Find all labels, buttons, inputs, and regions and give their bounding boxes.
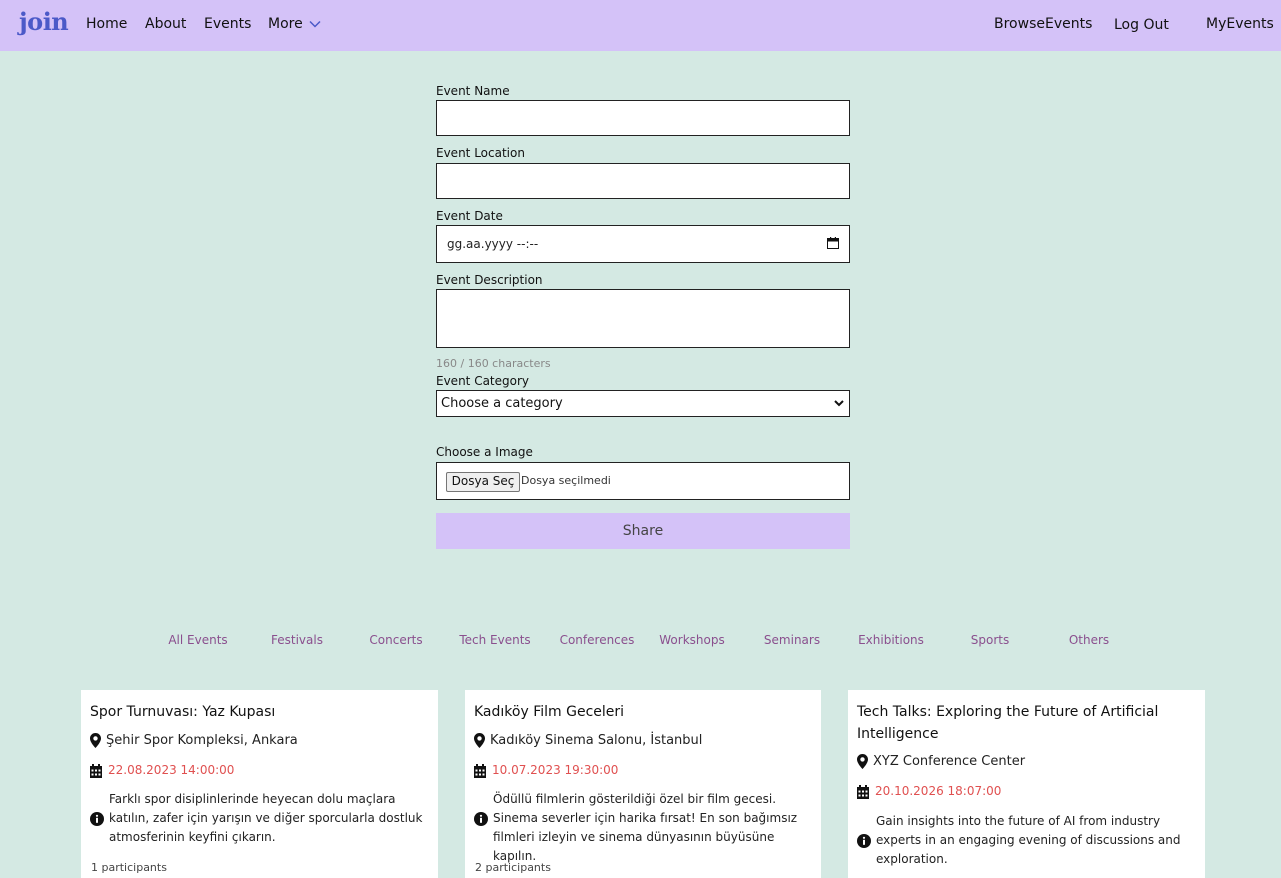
event-card[interactable]: Tech Talks: Exploring the Future of Arti…: [848, 690, 1205, 878]
tab-conferences[interactable]: Conferences: [560, 633, 635, 647]
tab-others[interactable]: Others: [1069, 633, 1109, 647]
map-pin-icon: [474, 733, 485, 748]
info-circle-icon: [474, 812, 488, 826]
event-title[interactable]: Spor Turnuvası: Yaz Kupası: [90, 701, 420, 723]
map-pin-icon: [90, 733, 101, 748]
event-name-input[interactable]: [436, 100, 850, 136]
tab-seminars[interactable]: Seminars: [764, 633, 820, 647]
event-date: 20.10.2026 18:07:00: [875, 784, 1002, 798]
tab-concerts[interactable]: Concerts: [369, 633, 422, 647]
event-location: Kadıköy Sinema Salonu, İstanbul: [490, 733, 703, 748]
calendar-icon: [90, 764, 102, 778]
info-circle-icon: [857, 834, 871, 848]
dropdown-arrow-icon: [834, 400, 844, 407]
event-location-label: Event Location: [436, 146, 525, 160]
event-participants: 1 participants: [91, 861, 167, 874]
chevron-down-icon: [309, 20, 321, 28]
calendar-icon: [857, 785, 869, 799]
nav-events-link[interactable]: Events: [204, 16, 251, 32]
category-selected-value: Choose a category: [441, 396, 563, 411]
top-navbar: join Home About Events More BrowseEvents…: [0, 0, 1281, 51]
tab-sports[interactable]: Sports: [971, 633, 1009, 647]
tab-tech-events[interactable]: Tech Events: [459, 633, 530, 647]
logo[interactable]: join: [19, 7, 69, 36]
nav-about-link[interactable]: About: [145, 16, 186, 32]
share-button[interactable]: Share: [436, 513, 850, 549]
date-placeholder: gg.aa.yyyy --:--: [447, 237, 539, 251]
event-card[interactable]: Kadıköy Film Geceleri Kadıköy Sinema Sal…: [465, 690, 821, 878]
char-counter: 160 / 160 characters: [436, 357, 551, 370]
event-date-input[interactable]: gg.aa.yyyy --:--: [436, 225, 850, 263]
event-description: Ödüllü filmlerin gösterildiği özel bir f…: [493, 792, 798, 863]
nav-logout-link[interactable]: Log Out: [1114, 17, 1169, 33]
event-date-label: Event Date: [436, 209, 503, 223]
nav-more-dropdown[interactable]: More: [268, 16, 321, 32]
event-location: XYZ Conference Center: [873, 754, 1026, 769]
image-file-input: Dosya Seç Dosya seçilmedi: [436, 462, 850, 500]
event-description: Farklı spor disiplinlerinde heyecan dolu…: [109, 792, 423, 844]
file-status-text: Dosya seçilmedi: [521, 474, 611, 487]
tab-festivals[interactable]: Festivals: [271, 633, 323, 647]
tab-all-events[interactable]: All Events: [168, 633, 227, 647]
nav-browse-events-link[interactable]: BrowseEvents: [994, 16, 1092, 32]
calendar-icon[interactable]: [827, 237, 839, 249]
calendar-icon: [474, 764, 486, 778]
event-location-input[interactable]: [436, 163, 850, 199]
tab-exhibitions[interactable]: Exhibitions: [858, 633, 924, 647]
event-location: Şehir Spor Kompleksi, Ankara: [106, 733, 298, 748]
choose-image-label: Choose a Image: [436, 445, 533, 459]
event-category-label: Event Category: [436, 374, 530, 388]
info-circle-icon: [90, 812, 104, 826]
nav-more-label: More: [268, 16, 303, 32]
event-date: 22.08.2023 14:00:00: [108, 763, 235, 777]
map-pin-icon: [857, 754, 868, 769]
tab-workshops[interactable]: Workshops: [659, 633, 724, 647]
event-participants: 2 participants: [475, 861, 551, 874]
event-name-label: Event Name: [436, 84, 510, 98]
event-title[interactable]: Tech Talks: Exploring the Future of Arti…: [857, 701, 1187, 745]
event-title[interactable]: Kadıköy Film Geceleri: [474, 701, 804, 723]
event-description: Gain insights into the future of AI from…: [876, 814, 1181, 866]
event-description-label: Event Description: [436, 273, 543, 287]
event-category-select[interactable]: Choose a category: [436, 390, 850, 417]
nav-my-events-link[interactable]: MyEvents: [1206, 16, 1274, 32]
event-description-textarea[interactable]: [436, 289, 850, 348]
event-date: 10.07.2023 19:30:00: [492, 763, 619, 777]
nav-home-link[interactable]: Home: [86, 16, 127, 32]
event-card[interactable]: Spor Turnuvası: Yaz Kupası Şehir Spor Ko…: [81, 690, 438, 878]
choose-file-button[interactable]: Dosya Seç: [446, 472, 520, 492]
